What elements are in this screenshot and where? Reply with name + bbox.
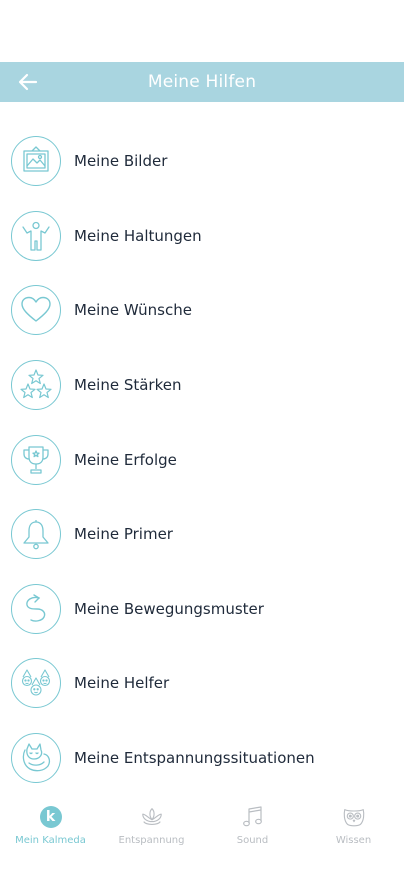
- trophy-icon: [11, 434, 61, 485]
- tab-label: Mein Kalmeda: [15, 835, 86, 846]
- tab-label: Sound: [236, 835, 269, 846]
- list-item-haltungen[interactable]: Meine Haltungen: [0, 199, 404, 274]
- page-title: Meine Hilfen: [147, 72, 257, 92]
- list-item-primer[interactable]: Meine Primer: [0, 497, 404, 572]
- movement-path-icon: [11, 583, 61, 634]
- picture-icon: [11, 136, 61, 187]
- help-list: Meine Bilder Meine Haltungen Meine Wünsc…: [0, 124, 404, 795]
- list-item-erfolge[interactable]: Meine Erfolge: [0, 422, 404, 497]
- list-item-entspannungssituationen[interactable]: Meine Entspannungssituationen: [0, 721, 404, 796]
- list-item-bewegungsmuster[interactable]: Meine Bewegungsmuster: [0, 572, 404, 647]
- tab-mein-kalmeda[interactable]: k Mein Kalmeda: [0, 800, 101, 860]
- list-item-helfer[interactable]: Meine Helfer: [0, 646, 404, 721]
- bell-icon: [11, 509, 61, 560]
- helpers-faces-icon: [11, 658, 61, 709]
- list-item-bilder[interactable]: Meine Bilder: [0, 124, 404, 199]
- list-item-label: Meine Haltungen: [74, 226, 202, 245]
- tab-wissen[interactable]: Wissen: [303, 800, 404, 860]
- list-item-label: Meine Stärken: [74, 376, 182, 395]
- list-item-label: Meine Wünsche: [74, 301, 192, 320]
- list-item-wuensche[interactable]: Meine Wünsche: [0, 273, 404, 348]
- posture-figure-icon: [11, 210, 61, 261]
- app-header: Meine Hilfen: [0, 62, 404, 102]
- list-item-label: Meine Bewegungsmuster: [74, 599, 264, 618]
- heart-icon: [11, 285, 61, 336]
- back-button[interactable]: [16, 70, 40, 94]
- list-item-label: Meine Primer: [74, 525, 173, 544]
- list-item-label: Meine Helfer: [74, 674, 170, 693]
- bottom-tab-bar: k Mein Kalmeda Entspannung Sound Wissen: [0, 800, 404, 860]
- arrow-left-icon: [18, 73, 38, 91]
- music-note-icon: [241, 805, 265, 829]
- list-item-label: Meine Entspannungssituationen: [74, 749, 315, 768]
- owl-icon: [342, 805, 366, 829]
- stars-icon: [11, 360, 61, 411]
- list-item-label: Meine Bilder: [74, 152, 168, 171]
- kalmeda-badge: k: [39, 806, 62, 828]
- lotus-icon: [140, 805, 164, 829]
- tab-entspannung[interactable]: Entspannung: [101, 800, 202, 860]
- tab-sound[interactable]: Sound: [202, 800, 303, 860]
- list-item-label: Meine Erfolge: [74, 450, 177, 469]
- sleeping-cat-icon: [11, 733, 61, 784]
- tab-label: Entspannung: [118, 835, 185, 846]
- tab-label: Wissen: [335, 835, 372, 846]
- list-item-staerken[interactable]: Meine Stärken: [0, 348, 404, 423]
- kalmeda-k-icon: k: [39, 805, 63, 829]
- status-bar-area: [0, 0, 404, 62]
